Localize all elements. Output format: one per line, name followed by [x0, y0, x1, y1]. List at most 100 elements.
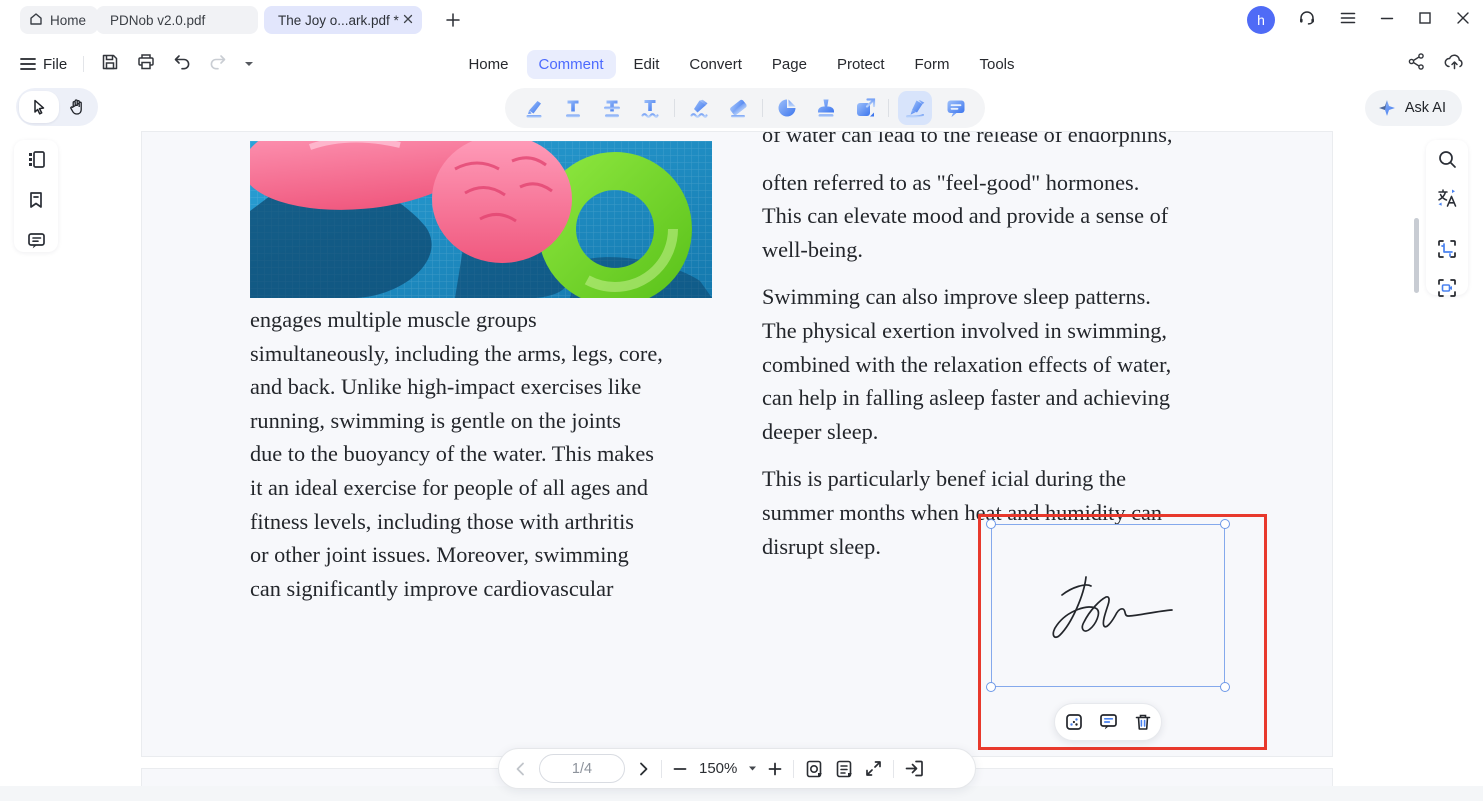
strikethrough-icon [603, 100, 620, 118]
minimize-icon[interactable] [1379, 10, 1395, 31]
previous-page-icon[interactable] [513, 761, 529, 777]
eraser-icon [730, 99, 747, 118]
search-icon[interactable] [1437, 149, 1458, 175]
menu-item-form[interactable]: Form [902, 50, 961, 79]
text-line: fitness levels, including those with art… [250, 508, 634, 534]
app-menu-icon[interactable] [1339, 9, 1357, 32]
undo-icon[interactable] [172, 52, 192, 77]
sticker-icon [778, 99, 796, 117]
resize-handle-top-right[interactable] [1220, 519, 1230, 529]
translate-icon[interactable] [1436, 187, 1458, 214]
main-menu: Home Comment Edit Convert Page Protect F… [456, 40, 1026, 88]
signature-tool-button[interactable] [898, 91, 933, 125]
undo-history-caret-icon[interactable] [244, 55, 254, 73]
shapes-icon [856, 98, 875, 117]
stamp-tool-button[interactable] [811, 93, 841, 123]
thumbnails-icon[interactable] [26, 149, 47, 175]
text-line: can significantly improve cardiovascular [250, 575, 614, 601]
support-headset-icon[interactable] [1297, 8, 1317, 33]
pdf-editor-window: Home PDNob v2.0.pdf The Joy o...ark.pdf … [0, 0, 1483, 801]
titlebar: Home PDNob v2.0.pdf The Joy o...ark.pdf … [0, 0, 1483, 40]
appearance-icon[interactable] [1064, 712, 1084, 732]
zoom-out-icon[interactable] [672, 761, 688, 777]
text-line-clipped: of water can lead to the release of endo… [762, 131, 1173, 147]
crop-icon[interactable] [1436, 238, 1458, 265]
select-tool-button[interactable] [19, 91, 59, 123]
menu-item-convert[interactable]: Convert [677, 50, 754, 79]
cloud-upload-icon[interactable] [1444, 52, 1465, 76]
underline-icon [565, 100, 580, 118]
save-icon[interactable] [100, 52, 120, 77]
underline-tool-button[interactable] [558, 93, 588, 123]
strikethrough-tool-button[interactable] [597, 93, 627, 123]
highlight-tool-button[interactable] [519, 93, 549, 123]
eraser-tool-button[interactable] [723, 93, 753, 123]
file-menu-button[interactable]: File [20, 56, 67, 73]
divider [793, 759, 795, 778]
new-tab-button[interactable] [443, 10, 463, 30]
home-button[interactable]: Home [20, 6, 99, 34]
page-layout-icon[interactable] [834, 759, 854, 779]
comments-icon[interactable] [26, 230, 47, 256]
redo-icon[interactable] [208, 52, 228, 77]
text-line: can help in falling asleep faster and ac… [762, 385, 1170, 411]
annotation-mini-toolbar [1054, 703, 1162, 741]
next-page-icon[interactable] [635, 761, 651, 777]
vertical-scrollbar[interactable] [1414, 218, 1419, 293]
resize-handle-top-left[interactable] [986, 519, 996, 529]
file-menu-icon [20, 58, 36, 70]
divider [888, 99, 890, 117]
print-icon[interactable] [136, 52, 156, 77]
page-number-input[interactable]: 1/4 [539, 754, 625, 783]
resize-handle-bottom-right[interactable] [1220, 682, 1230, 692]
resize-handle-bottom-left[interactable] [986, 682, 996, 692]
text-line: combined with the relaxation effects of … [762, 351, 1172, 377]
shapes-tool-button[interactable] [850, 93, 880, 123]
screen-capture-icon[interactable] [1436, 277, 1458, 304]
note-tool-button[interactable] [941, 93, 971, 123]
page-navigation-bar: 1/4 150% [498, 748, 976, 789]
signature-annotation-selection[interactable] [986, 519, 1230, 692]
menubar: File Home Comment Edit Convert Page Prot… [0, 40, 1483, 88]
home-button-label: Home [50, 12, 87, 28]
hand-icon [70, 99, 82, 115]
menu-item-home[interactable]: Home [456, 50, 520, 79]
left-sidebar [14, 140, 58, 252]
zoom-level[interactable]: 150% [699, 760, 737, 777]
bookmark-icon[interactable] [26, 190, 46, 215]
exit-view-icon[interactable] [904, 759, 924, 778]
right-sidebar [1426, 140, 1468, 297]
menu-item-tools[interactable]: Tools [967, 50, 1026, 79]
hand-tool-button[interactable] [59, 98, 95, 116]
menu-item-edit[interactable]: Edit [622, 50, 672, 79]
close-window-icon[interactable] [1455, 10, 1471, 31]
menu-item-protect[interactable]: Protect [825, 50, 897, 79]
divider [761, 99, 763, 117]
menu-item-comment[interactable]: Comment [526, 49, 616, 79]
zoom-in-icon[interactable] [767, 761, 783, 777]
fullscreen-icon[interactable] [864, 759, 883, 778]
tab-joy-of-watermark-active[interactable]: The Joy o...ark.pdf * [264, 6, 422, 34]
zoom-dropdown-caret-icon[interactable] [748, 765, 757, 772]
pool-floats-photo [250, 141, 712, 298]
divider [661, 759, 662, 778]
squiggly-underline-tool-button[interactable] [635, 93, 665, 123]
comment-icon[interactable] [1098, 712, 1119, 732]
share-icon[interactable] [1407, 52, 1426, 76]
delete-icon[interactable] [1133, 712, 1153, 732]
text-line: Swimming can also improve sleep patterns… [762, 284, 1151, 310]
avatar[interactable]: h [1247, 6, 1275, 34]
tab-label: PDNob v2.0.pdf [110, 12, 206, 28]
ask-ai-label: Ask AI [1404, 100, 1446, 116]
freehand-draw-tool-button[interactable] [684, 93, 714, 123]
ask-ai-button[interactable]: Ask AI [1364, 90, 1462, 126]
page-fit-icon[interactable] [804, 759, 824, 779]
maximize-icon[interactable] [1417, 10, 1433, 31]
sticker-tool-button[interactable] [772, 93, 802, 123]
close-tab-icon[interactable] [402, 13, 414, 28]
menu-item-page[interactable]: Page [760, 50, 819, 79]
text-line: due to the buoyancy of the water. This m… [250, 441, 654, 467]
tab-pdnob[interactable]: PDNob v2.0.pdf [96, 6, 258, 34]
divider [893, 759, 895, 778]
pdf-page[interactable]: engages multiple muscle groups simultane… [141, 131, 1333, 757]
